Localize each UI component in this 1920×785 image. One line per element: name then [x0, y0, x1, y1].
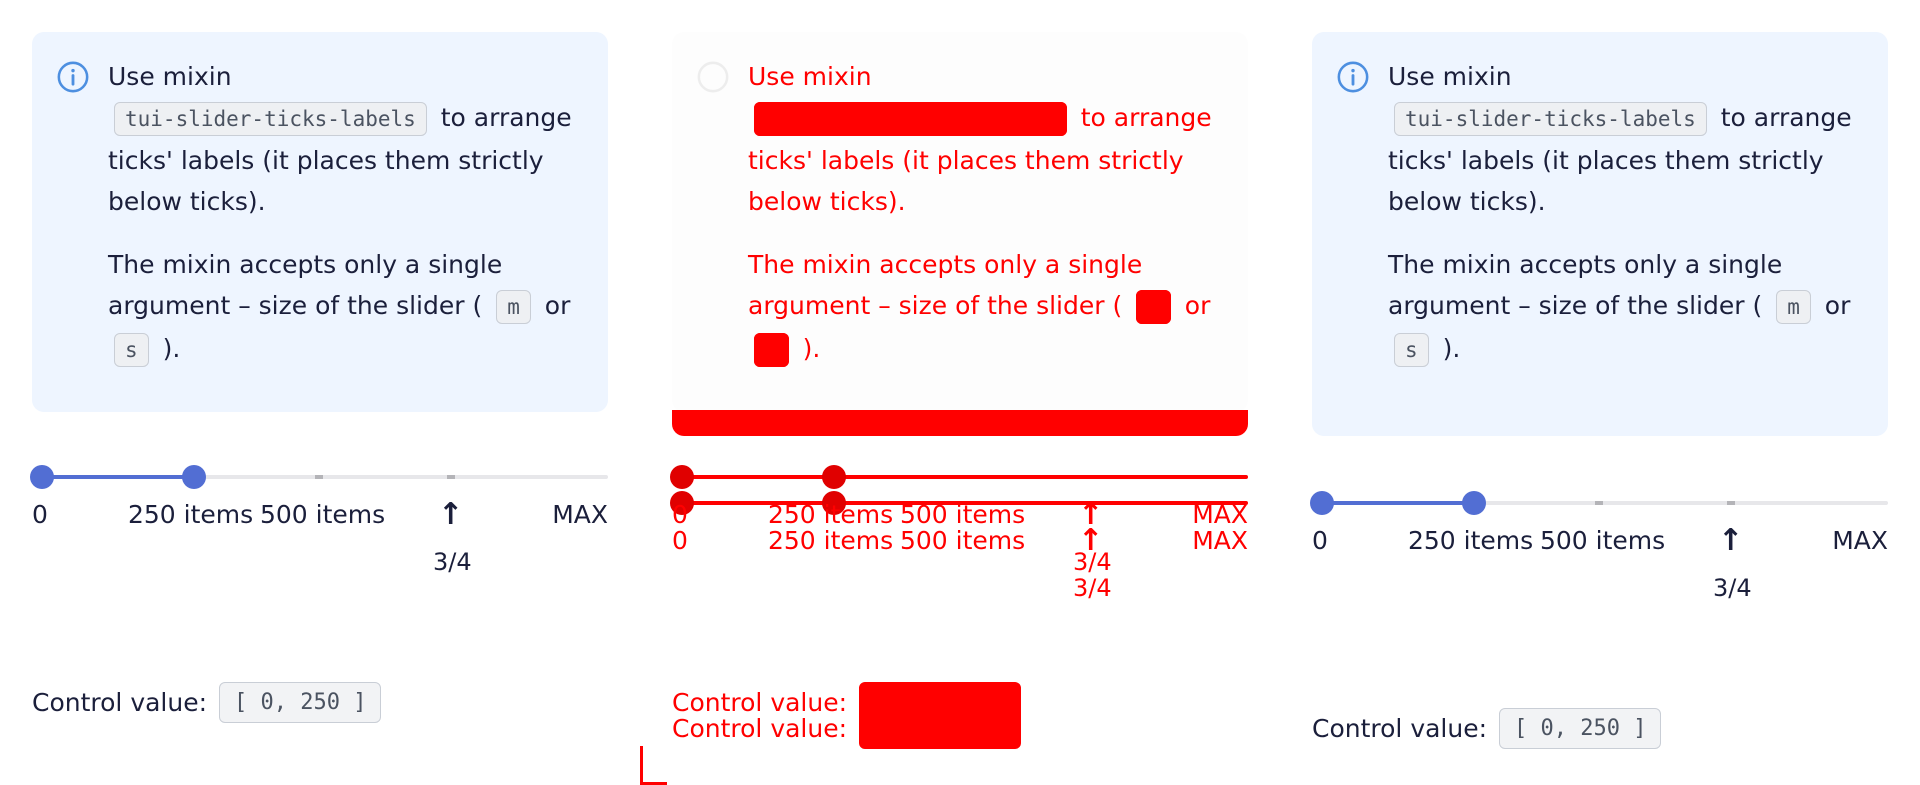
info-icon [57, 61, 89, 93]
arrow-up-icon: ↑ [1078, 523, 1104, 558]
tick-label: 500 items [900, 526, 1026, 555]
note-paragraph-2: The mixin accepts only a single argument… [108, 244, 584, 371]
tick-labels: 0 250 items 500 items ↑ 3/4 MAX [32, 497, 608, 590]
control-value-row: Control value: [ 0, 250 ] [1312, 708, 1662, 749]
diff-corner-mark [640, 746, 667, 785]
tick-label: 0 [672, 500, 688, 529]
tick-label: 0 [672, 526, 688, 555]
note-paragraph-1: Use mixin tui-slider-ticks-labels to arr… [748, 62, 1212, 216]
tick-label: MAX [1192, 500, 1248, 529]
tick-label: 500 items [1540, 526, 1666, 555]
note-paragraph-2: The mixin accepts only a single argument… [748, 244, 1224, 371]
example-panel-left: Use mixin tui-slider-ticks-labels to arr… [0, 0, 640, 782]
mixin-code: tui-slider-ticks-labels [1394, 102, 1707, 136]
size-m-code: m [1776, 290, 1811, 324]
note-paragraph-1: Use mixin tui-slider-ticks-labels to arr… [1388, 62, 1852, 216]
control-value: [ 0, 250 ] [859, 708, 1022, 749]
control-value: [ 0, 250 ] [1499, 708, 1662, 749]
info-notification: Use mixin tui-slider-ticks-labels to arr… [1312, 32, 1888, 436]
mixin-code: tui-slider-ticks-labels [754, 102, 1067, 136]
info-icon [697, 61, 729, 93]
note-paragraph-1: Use mixin tui-slider-ticks-labels to arr… [108, 62, 572, 216]
tick-label: 0 [32, 500, 48, 529]
size-s-code: s [754, 333, 789, 367]
tick-sub-label: 3/4 [1073, 574, 1112, 602]
mixin-code: tui-slider-ticks-labels [114, 102, 427, 136]
size-m-code: m [1136, 290, 1171, 324]
slider-tick [1727, 501, 1735, 505]
control-value-row-shadow: Control value: [ 0, 250 ] [672, 708, 1022, 749]
info-icon [1337, 61, 1369, 93]
control-value-row: Control value: [ 0, 250 ] [32, 682, 382, 723]
slider-thumb-end[interactable] [1462, 491, 1486, 515]
range-slider[interactable] [30, 455, 608, 499]
tick-label: 250 items [128, 500, 254, 529]
tick-label: 250 items [768, 500, 894, 529]
example-panel-right: Use mixin tui-slider-ticks-labels to arr… [1280, 0, 1920, 782]
tick-label: MAX [552, 500, 608, 529]
tick-label: MAX [1832, 526, 1888, 555]
tick-labels: 0 250 items 500 items ↑ 3/4 MAX [1312, 523, 1888, 616]
note-paragraph-2: The mixin accepts only a single argument… [1388, 244, 1864, 371]
tick-label: 0 [1312, 526, 1328, 555]
control-value-label: Control value: [32, 688, 208, 717]
tick-label: 250 items [1408, 526, 1534, 555]
slider-thumb-start[interactable] [30, 465, 54, 489]
example-panel-diff: Use mixin tui-slider-ticks-labels to arr… [640, 0, 1280, 785]
slider-fill [682, 475, 834, 479]
info-notification: Use mixin tui-slider-ticks-labels to arr… [672, 32, 1248, 412]
size-s-code: s [1394, 333, 1429, 367]
tick-label: 250 items [768, 526, 894, 555]
range-slider[interactable] [1310, 481, 1888, 525]
tick-labels-shadow: 0 250 items 500 items ↑ 3/4 MAX [672, 523, 1248, 616]
size-s-code: s [114, 333, 149, 367]
slider-thumb-start[interactable] [1310, 491, 1334, 515]
tick-sub-label: 3/4 [433, 548, 472, 576]
arrow-up-icon: ↑ [1718, 523, 1744, 558]
slider-tick [447, 475, 455, 479]
control-value-label: Control value: [1312, 714, 1488, 743]
arrow-up-icon: ↑ [438, 497, 464, 532]
info-notification: Use mixin tui-slider-ticks-labels to arr… [32, 32, 608, 412]
control-value-label: Control value: [672, 714, 848, 743]
tick-label: MAX [1192, 526, 1248, 555]
slider-fill [1322, 501, 1474, 505]
slider-tick [1595, 501, 1603, 505]
size-m-code: m [496, 290, 531, 324]
tick-sub-label: 3/4 [1713, 574, 1752, 602]
slider-fill [42, 475, 194, 479]
slider-thumb-end[interactable] [182, 465, 206, 489]
tick-label: 500 items [260, 500, 386, 529]
tick-label: 500 items [900, 500, 1026, 529]
diff-highlight-bar [672, 410, 1248, 436]
control-value: [ 0, 250 ] [219, 682, 382, 723]
slider-tick [315, 475, 323, 479]
